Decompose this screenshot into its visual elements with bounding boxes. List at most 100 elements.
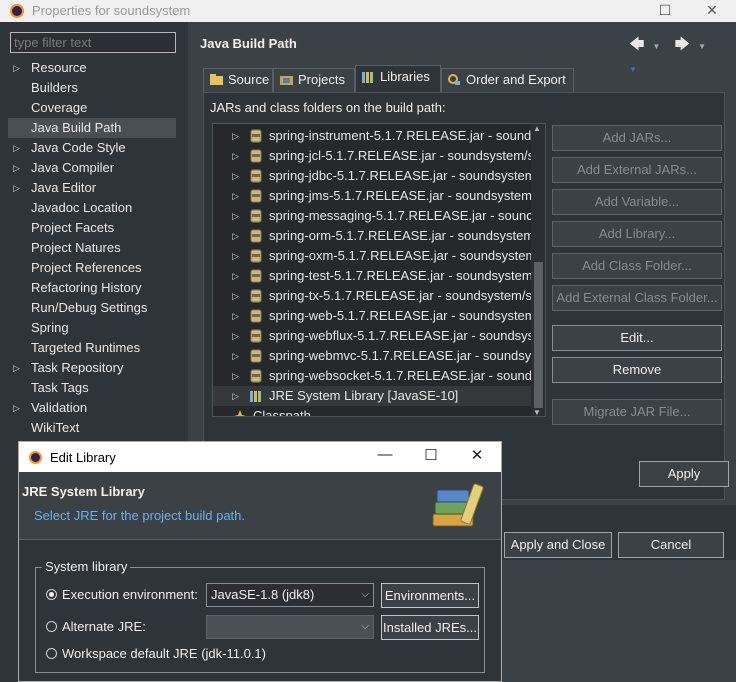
cancel-button[interactable]: Cancel [618,532,724,558]
nav-item-label: Spring [31,320,69,335]
jar-entry[interactable]: ▷ spring-tx-5.1.7.RELEASE.jar - soundsyst… [213,286,531,306]
jar-icon [249,249,263,263]
jar-entry[interactable]: ▷ spring-oxm-5.1.7.RELEASE.jar - soundsys… [213,246,531,266]
forward-arrow-icon[interactable]: 🡆 [675,36,691,53]
dialog-maximize-button[interactable]: ☐ [411,446,451,464]
expand-arrow-icon[interactable]: ▷ [232,206,239,226]
dialog-minimize-button[interactable]: — [365,446,405,463]
add-external-class-folder-button[interactable]: Add External Class Folder... [552,285,722,311]
expand-arrow-icon[interactable]: ▷ [232,286,239,306]
nav-item-coverage[interactable]: Coverage [8,98,176,118]
build-path-list[interactable]: ▲ ▼ ◀ ▶ ▷spring-instrument-5.1.7.RELEASE… [212,123,546,417]
window-titlebar: Properties for soundsystem ☐ ✕ [0,0,736,22]
jar-entry[interactable]: ▷ spring-web-5.1.7.RELEASE.jar - soundsys… [213,306,531,326]
add-class-folder-button[interactable]: Add Class Folder... [552,253,722,279]
view-menu-icon[interactable]: ▼ [629,65,637,74]
apply-and-close-button[interactable]: Apply and Close [504,532,612,558]
nav-item-java-compiler[interactable]: ▷ Java Compiler [8,158,176,178]
classpath-entry[interactable]: Classpath [213,406,531,416]
expand-arrow-icon[interactable]: ▷ [13,138,20,158]
jar-entry[interactable]: ▷ spring-instrument-5.1.7.RELEASE.jar - s… [213,126,531,146]
nav-item-label: Java Build Path [31,120,122,135]
jar-entry[interactable]: ▷ spring-jcl-5.1.7.RELEASE.jar - soundsys… [213,146,531,166]
scroll-down-icon[interactable]: ▼ [533,408,541,416]
scroll-up-icon[interactable]: ▲ [533,124,541,133]
nav-item-builders[interactable]: Builders [8,78,176,98]
expand-arrow-icon[interactable]: ▷ [232,366,239,386]
jar-entry[interactable]: ▷ spring-orm-5.1.7.RELEASE.jar - soundsys… [213,226,531,246]
apply-button[interactable]: Apply [639,461,729,487]
nav-item-project-references[interactable]: Project References [8,258,176,278]
forward-dropdown-icon[interactable]: ▼ [698,42,706,51]
expand-arrow-icon[interactable]: ▷ [13,158,20,178]
execution-environment-combo[interactable]: JavaSE-1.8 (jdk8) ⌵ [206,583,374,607]
add-external-jars-button[interactable]: Add External JARs... [552,157,722,183]
workspace-default-radio[interactable] [46,648,57,659]
execution-environment-radio[interactable] [46,589,57,600]
nav-item-java-editor[interactable]: ▷ Java Editor [8,178,176,198]
back-dropdown-icon[interactable]: ▼ [653,42,661,51]
environments-button[interactable]: Environments... [381,583,479,608]
alternate-jre-combo[interactable]: ⌵ [206,615,374,639]
expand-arrow-icon[interactable]: ▷ [232,306,239,326]
nav-item-run-debug-settings[interactable]: Run/Debug Settings [8,298,176,318]
tab-source[interactable]: Source [203,68,273,92]
add-jars-button[interactable]: Add JARs... [552,125,722,151]
expand-arrow-icon[interactable]: ▷ [232,326,239,346]
expand-arrow-icon[interactable]: ▷ [232,166,239,186]
filter-input[interactable]: type filter text [10,32,176,53]
nav-item-project-natures[interactable]: Project Natures [8,238,176,258]
nav-item-task-tags[interactable]: Task Tags [8,378,176,398]
nav-item-java-code-style[interactable]: ▷ Java Code Style [8,138,176,158]
edit-button[interactable]: Edit... [552,325,722,351]
vertical-scrollbar[interactable]: ▲ ▼ [531,124,545,416]
back-arrow-icon[interactable]: 🡄 [629,36,645,53]
add-variable-button[interactable]: Add Variable... [552,189,722,215]
expand-arrow-icon[interactable]: ▷ [13,58,20,78]
nav-item-label: Task Tags [31,380,89,395]
tab-order-export[interactable]: Order and Export [441,68,574,92]
alternate-jre-radio[interactable] [46,621,57,632]
expand-arrow-icon[interactable]: ▷ [232,266,239,286]
nav-item-spring[interactable]: Spring [8,318,176,338]
remove-button[interactable]: Remove [552,357,722,383]
expand-arrow-icon[interactable]: ▷ [13,358,20,378]
maximize-button[interactable]: ☐ [645,1,685,21]
nav-item-javadoc-location[interactable]: Javadoc Location [8,198,176,218]
expand-arrow-icon[interactable]: ▷ [232,186,239,206]
tab-projects[interactable]: Projects [273,68,355,92]
nav-item-java-build-path[interactable]: Java Build Path [8,118,176,138]
jre-library-entry[interactable]: ▷ JRE System Library [JavaSE-10] [213,386,531,406]
dialog-close-button[interactable]: ✕ [457,446,497,464]
nav-item-label: Targeted Runtimes [31,340,141,355]
add-library-button[interactable]: Add Library... [552,221,722,247]
expand-arrow-icon[interactable]: ▷ [232,226,239,246]
expand-arrow-icon[interactable]: ▷ [232,386,239,406]
expand-arrow-icon[interactable]: ▷ [232,246,239,266]
jar-entry[interactable]: ▷ spring-jdbc-5.1.7.RELEASE.jar - soundsy… [213,166,531,186]
expand-arrow-icon[interactable]: ▷ [13,178,20,198]
expand-arrow-icon[interactable]: ▷ [232,346,239,366]
jar-entry[interactable]: ▷ spring-jms-5.1.7.RELEASE.jar - soundsys… [213,186,531,206]
expand-arrow-icon[interactable]: ▷ [232,126,239,146]
nav-item-validation[interactable]: ▷ Validation [8,398,176,418]
vertical-scroll-thumb[interactable] [534,262,543,408]
nav-item-refactoring-history[interactable]: Refactoring History [8,278,176,298]
jar-entry[interactable]: ▷ spring-webflux-5.1.7.RELEASE.jar - soun… [213,326,531,346]
expand-arrow-icon[interactable]: ▷ [13,398,20,418]
nav-item-resource[interactable]: ▷ Resource [8,58,176,78]
jar-entry[interactable]: ▷ spring-websocket-5.1.7.RELEASE.jar - so… [213,366,531,386]
installed-jres-button[interactable]: Installed JREs... [381,615,479,640]
nav-item-targeted-runtimes[interactable]: Targeted Runtimes [8,338,176,358]
migrate-jar-button[interactable]: Migrate JAR File... [552,399,722,425]
close-button[interactable]: ✕ [692,1,732,21]
dialog-header-title: JRE System Library [22,484,145,499]
nav-item-wikitext[interactable]: WikiText [8,418,176,438]
expand-arrow-icon[interactable]: ▷ [232,146,239,166]
tab-libraries[interactable]: Libraries [355,65,441,92]
jar-entry[interactable]: ▷ spring-webmvc-5.1.7.RELEASE.jar - sound… [213,346,531,366]
jar-entry[interactable]: ▷ spring-messaging-5.1.7.RELEASE.jar - so… [213,206,531,226]
nav-item-project-facets[interactable]: Project Facets [8,218,176,238]
nav-item-task-repository[interactable]: ▷ Task Repository [8,358,176,378]
jar-entry[interactable]: ▷ spring-test-5.1.7.RELEASE.jar - soundsy… [213,266,531,286]
